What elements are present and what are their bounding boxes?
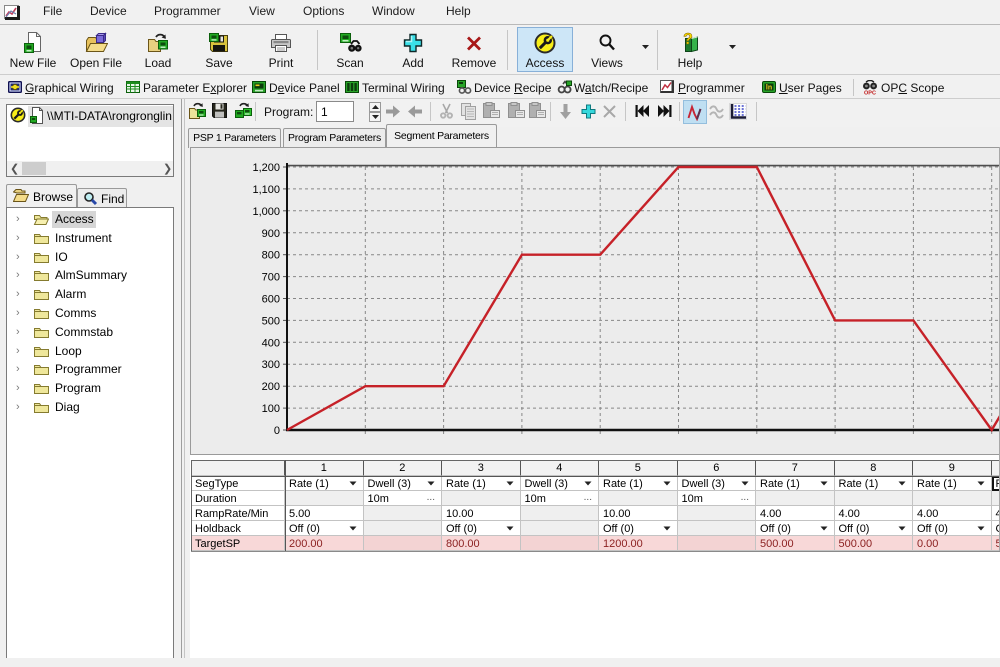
svg-text:600: 600 bbox=[262, 294, 280, 306]
svg-text:1,100: 1,100 bbox=[252, 184, 280, 196]
svg-text:200: 200 bbox=[262, 381, 280, 393]
svg-text:1,000: 1,000 bbox=[252, 206, 280, 218]
svg-text:OPC: OPC bbox=[864, 91, 876, 96]
svg-text:500: 500 bbox=[262, 315, 280, 327]
svg-text:800: 800 bbox=[262, 250, 280, 262]
svg-text:100: 100 bbox=[262, 403, 280, 415]
svg-text:1,200: 1,200 bbox=[252, 162, 280, 174]
svg-text:400: 400 bbox=[262, 337, 280, 349]
svg-text:700: 700 bbox=[262, 272, 280, 284]
svg-text:300: 300 bbox=[262, 359, 280, 371]
svg-text:0: 0 bbox=[274, 425, 280, 437]
svg-text:?: ? bbox=[683, 31, 693, 48]
svg-text:900: 900 bbox=[262, 228, 280, 240]
svg-text:ln: ln bbox=[766, 85, 772, 92]
